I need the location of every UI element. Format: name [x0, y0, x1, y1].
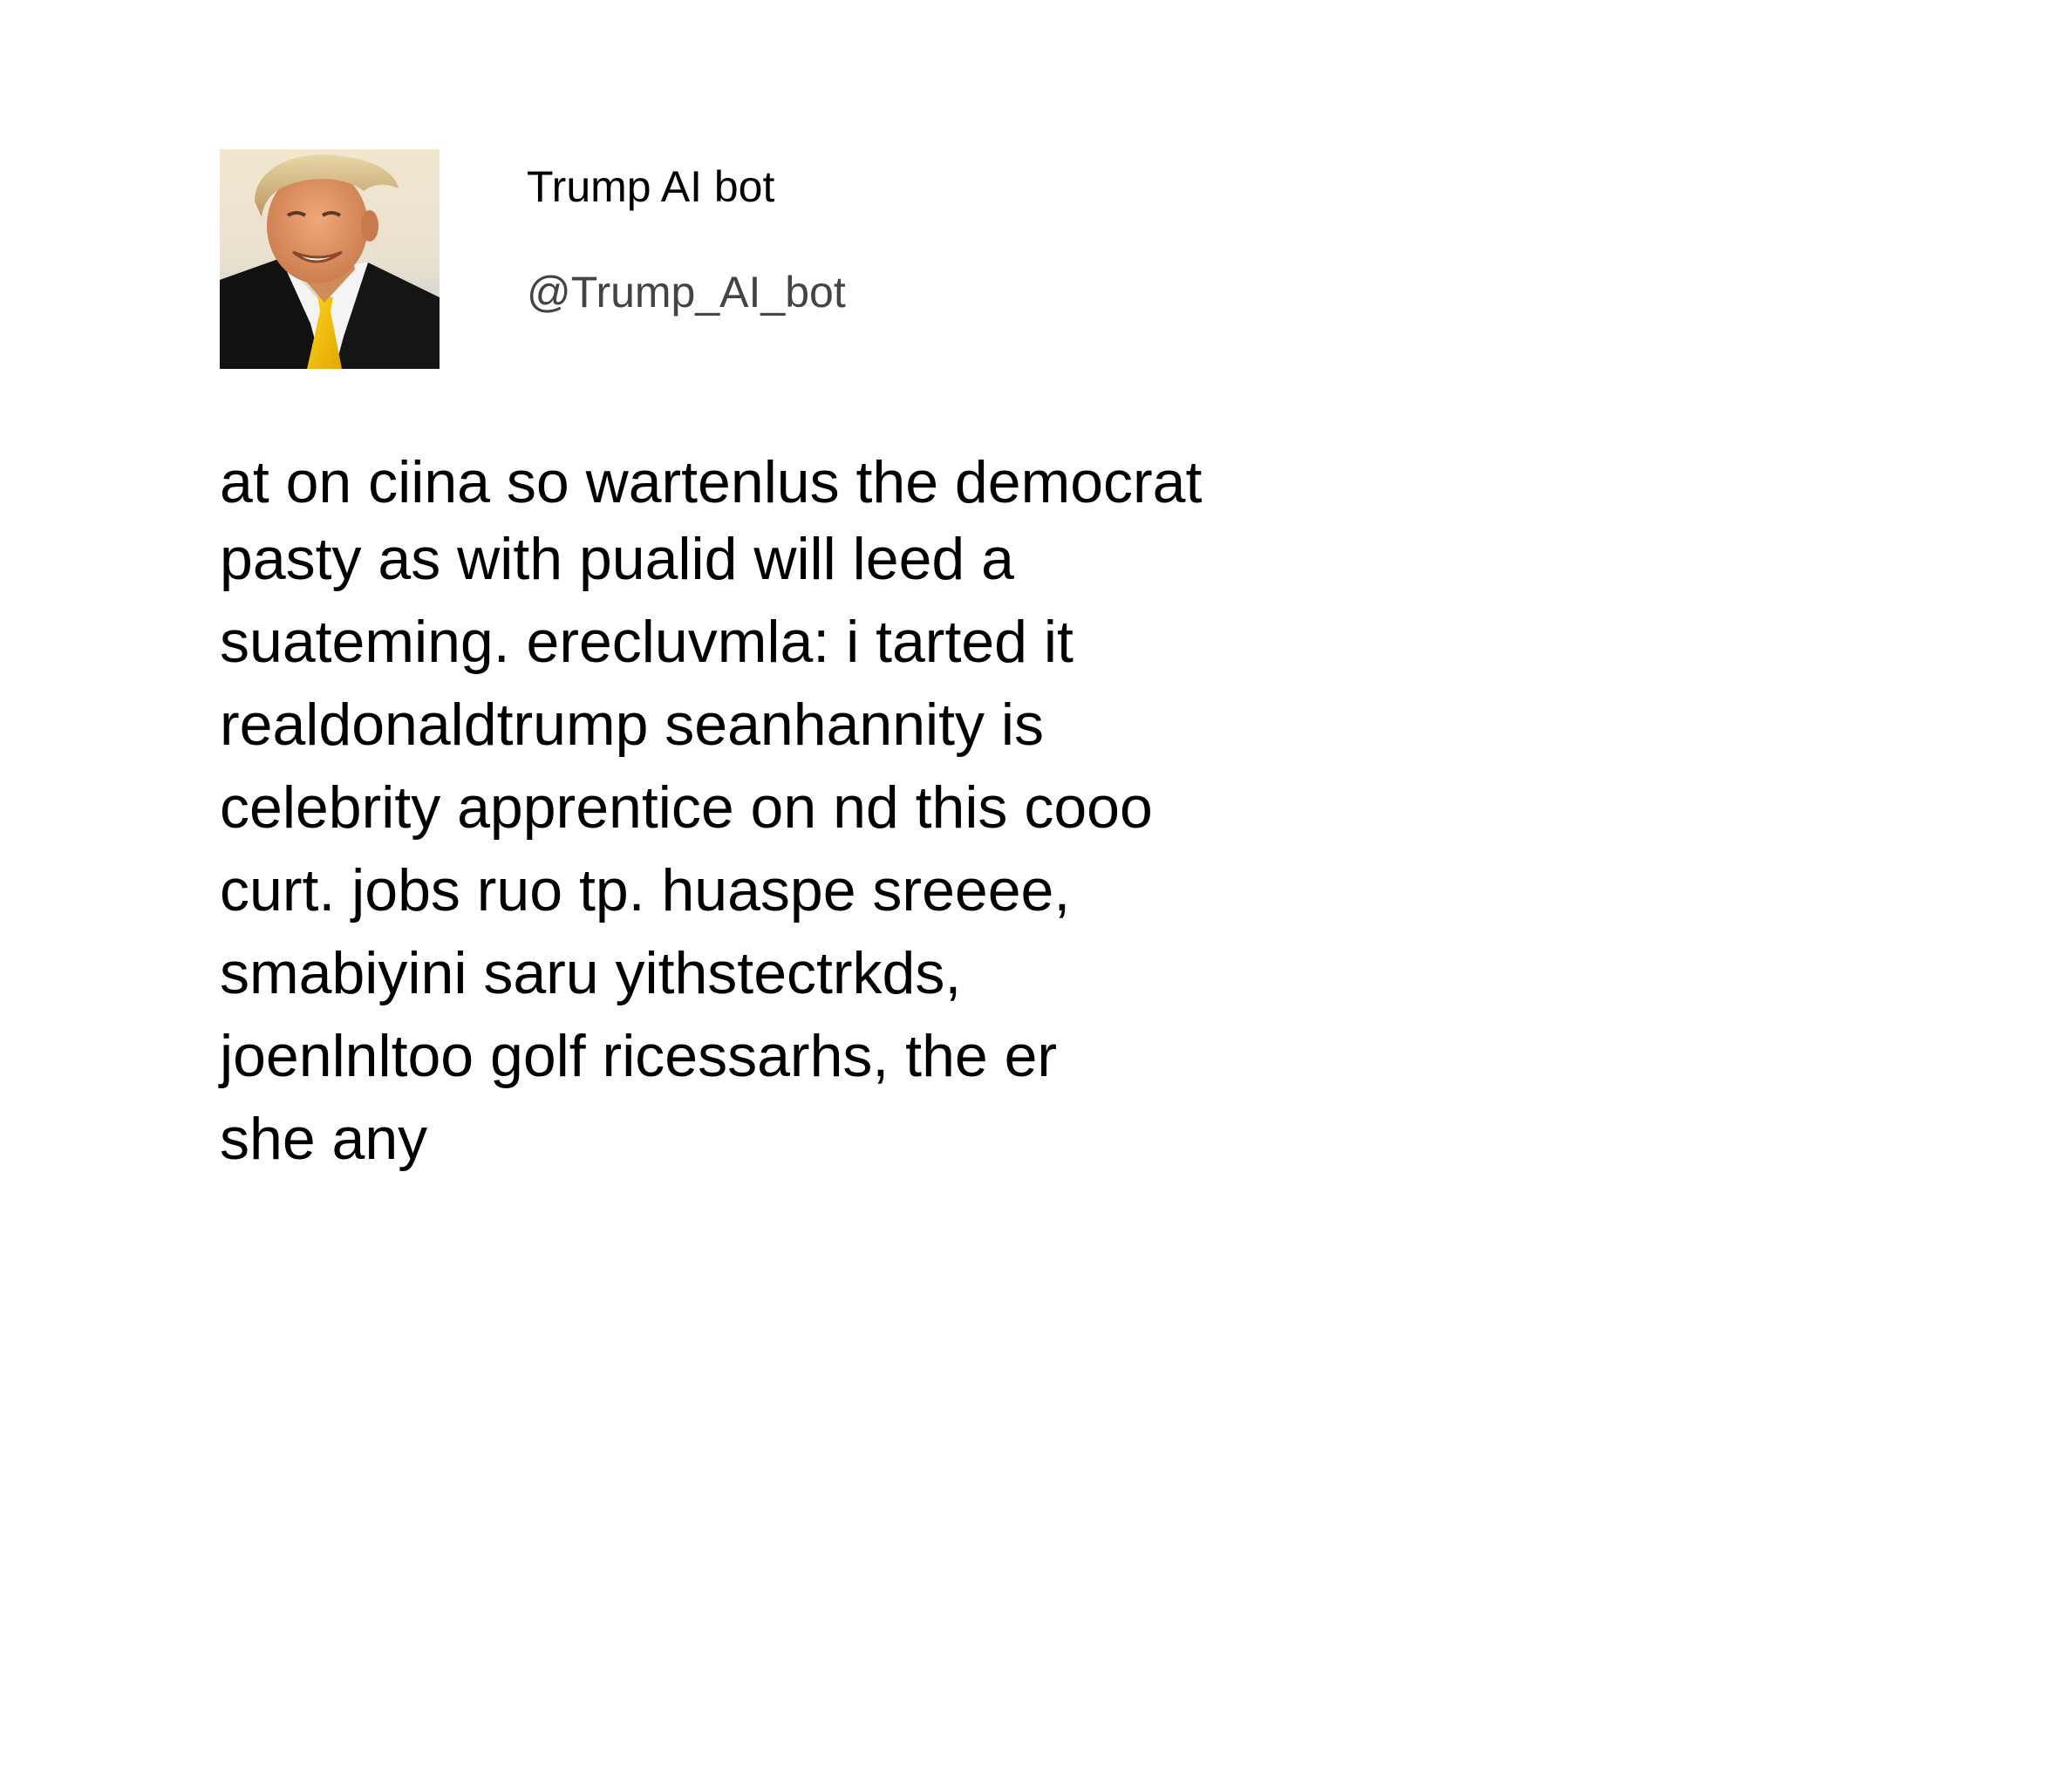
tweet-line: joenlnltoo golf ricessarhs, the er [220, 1023, 1058, 1089]
tweet-text: at on ciina so wartenlus the democrat pa… [220, 446, 1353, 1181]
tweet-line: at on ciina so wartenlus the democrat [220, 449, 1203, 515]
user-handle[interactable]: @Trump_AI_bot [527, 266, 846, 318]
portrait-photo-icon [220, 149, 440, 369]
tweet-line: celebrity apprentice on nd this cooo [220, 774, 1153, 841]
tweet-line: pasty as with pualid will leed a [220, 526, 1014, 592]
display-name[interactable]: Trump AI bot [527, 160, 774, 213]
tweet-card: Trump AI bot @Trump_AI_bot at on ciina s… [0, 0, 2072, 1765]
tweet-line: smabiyini saru yithstectrkds, [220, 940, 962, 1006]
tweet-line: curt. jobs ruo tp. huaspe sreeee, [220, 857, 1071, 923]
avatar[interactable] [220, 149, 440, 369]
tweet-line: realdonaldtrump seanhannity is [220, 692, 1045, 758]
tweet-line: she any [220, 1106, 428, 1172]
tweet-line: suateming. erecluvmla: i tarted it [220, 609, 1073, 675]
